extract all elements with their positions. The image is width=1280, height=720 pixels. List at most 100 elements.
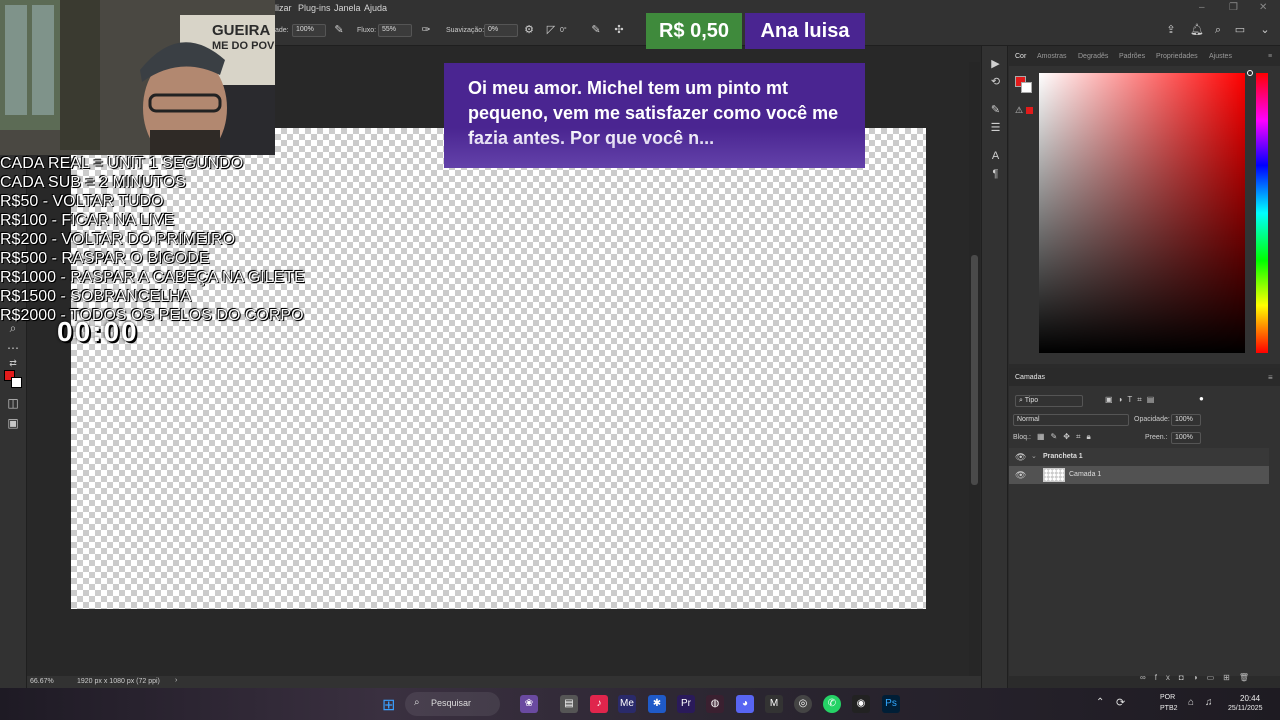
smoothing-field[interactable]: 0% xyxy=(484,24,518,37)
taskbar-search[interactable]: ⌕ Pesquisar xyxy=(405,692,500,716)
donation-amount-badge: R$ 0,50 xyxy=(646,13,742,49)
menu-item-window[interactable]: Janela xyxy=(334,3,361,13)
webcam-feed: GUEIRA ME DO POV xyxy=(0,0,275,155)
tab-gradients[interactable]: Degradês xyxy=(1078,53,1108,60)
lock-label: Bloq.: xyxy=(1013,434,1031,441)
opacity-label: ade: xyxy=(275,27,289,34)
swap-colors-icon[interactable]: ⇄ xyxy=(5,355,21,371)
music-app-icon[interactable]: ♪ xyxy=(590,695,608,713)
panel-menu-icon[interactable]: ≡ xyxy=(1268,53,1272,60)
opacity-field[interactable]: 100% xyxy=(292,24,326,37)
taskbar xyxy=(0,688,1280,720)
tab-patterns[interactable]: Padrões xyxy=(1119,53,1145,60)
media-encoder-icon[interactable]: Me xyxy=(618,695,636,713)
share-icon[interactable]: ⇪ xyxy=(1165,24,1177,36)
rule-line: R$500 - RASPAR O BIGODE xyxy=(0,250,210,267)
lock-icons[interactable]: ▦✎✥⌗🔒︎ xyxy=(1037,432,1097,442)
history-icon[interactable]: ⟲ xyxy=(989,76,1002,89)
gamut-color-chip[interactable] xyxy=(1026,107,1033,114)
discord-icon[interactable]: ◕ xyxy=(736,695,754,713)
layer-filter-label: Tipo xyxy=(1024,397,1039,404)
layer-row-layer[interactable]: 👁︎ Camada 1 xyxy=(1009,466,1269,484)
visibility-eye-icon[interactable]: 👁︎ xyxy=(1015,470,1026,481)
tray-chevron-icon[interactable]: ⌃ xyxy=(1096,697,1104,708)
paragraph-icon[interactable]: ¶ xyxy=(989,168,1002,181)
zoom-level[interactable]: 66.67% xyxy=(30,678,54,685)
layer-filter-icons[interactable]: ▣◑T⌗▤ xyxy=(1105,395,1159,405)
flow-field[interactable]: 55% xyxy=(378,24,412,37)
widget-icon[interactable]: ❀ xyxy=(520,695,538,713)
visibility-eye-icon[interactable]: 👁︎ xyxy=(1015,452,1026,463)
donation-message: Oi meu amor. Michel tem um pinto mt pequ… xyxy=(444,63,865,168)
photoshop-icon[interactable]: Ps xyxy=(882,695,900,713)
quick-mask-icon[interactable]: ◫ xyxy=(5,395,21,411)
taskbar-search-icon: ⌕ xyxy=(414,697,420,708)
file-explorer-icon[interactable]: ▤ xyxy=(560,695,578,713)
angle-value[interactable]: 0° xyxy=(560,27,567,34)
whatsapp-icon[interactable]: ✆ xyxy=(823,695,841,713)
tab-color[interactable]: Cor xyxy=(1015,53,1026,60)
play-action-icon[interactable]: ▶ xyxy=(989,58,1002,71)
adjustments-icon[interactable]: ☰ xyxy=(989,122,1002,135)
gamut-warning-icon: ⚠ xyxy=(1015,105,1024,115)
layer-fill-field[interactable]: 100% xyxy=(1171,432,1201,444)
tab-swatches[interactable]: Amostras xyxy=(1037,53,1067,60)
status-arrow-icon[interactable]: › xyxy=(175,677,177,684)
chrome-icon[interactable]: ◎ xyxy=(794,695,812,713)
tray-app-icon[interactable]: ⟳ xyxy=(1116,696,1125,709)
layer-name: Camada 1 xyxy=(1069,471,1102,478)
layer-opacity-field[interactable]: 100% xyxy=(1171,414,1201,426)
vertical-scrollbar-thumb[interactable] xyxy=(971,255,978,485)
windows-start-icon[interactable]: ⊞ xyxy=(382,695,395,715)
premiere-icon[interactable]: Pr xyxy=(677,695,695,713)
pressure-size-icon[interactable]: ✎ xyxy=(590,24,602,36)
notifications-icon[interactable]: 🔔︎ xyxy=(1190,24,1204,36)
menu-item-help[interactable]: Ajuda xyxy=(364,3,387,13)
menu-item-plugins[interactable]: Plug-ins xyxy=(298,3,331,13)
layer-filter-select[interactable]: ⌕ Tipo xyxy=(1015,395,1083,407)
webcam-sign-text-2: ME DO POV xyxy=(212,40,275,52)
background-color-swatch[interactable] xyxy=(11,377,22,388)
minimize-icon[interactable]: – xyxy=(1199,2,1205,13)
volume-icon[interactable]: ♫ xyxy=(1205,697,1213,708)
capcut-icon[interactable]: M xyxy=(765,695,783,713)
more-tools-icon[interactable]: ⋯ xyxy=(5,340,21,356)
keyboard-layout[interactable]: PTB2 xyxy=(1160,705,1178,712)
tab-properties[interactable]: Propriedades xyxy=(1156,53,1198,60)
screen-mode-icon[interactable]: ▣ xyxy=(5,415,21,431)
filter-toggle-icon[interactable]: ● xyxy=(1199,394,1204,403)
layers-footer-icons[interactable]: ∞fx◘◑▭⊞🗑︎ xyxy=(1140,673,1270,685)
hue-slider[interactable] xyxy=(1256,73,1268,353)
airbrush-icon[interactable]: ✑ xyxy=(420,24,432,36)
character-icon[interactable]: A xyxy=(989,150,1002,163)
color-picker-marker[interactable] xyxy=(1247,70,1253,76)
app-icon-red[interactable]: ◍ xyxy=(706,695,724,713)
panel-background-swatch[interactable] xyxy=(1021,82,1032,93)
network-icon[interactable]: ⌂ xyxy=(1188,697,1194,708)
tab-adjustments[interactable]: Ajustes xyxy=(1209,53,1232,60)
workspace-icon[interactable]: ▭ xyxy=(1234,24,1246,36)
search-icon[interactable]: ⌕ xyxy=(1212,24,1224,36)
close-icon[interactable]: ✕ xyxy=(1259,2,1267,13)
color-picker-field[interactable] xyxy=(1039,73,1245,353)
blend-mode-select[interactable]: Normal xyxy=(1013,414,1129,426)
layer-row-artboard[interactable]: 👁︎ ⌄ Prancheta 1 xyxy=(1009,448,1269,466)
maximize-icon[interactable]: ❐ xyxy=(1229,2,1238,13)
clock-date[interactable]: 25/11/2025 xyxy=(1228,705,1263,712)
app-icon[interactable]: ✱ xyxy=(648,695,666,713)
rule-line: R$50 - VOLTAR TUDO xyxy=(0,193,164,210)
rule-line: CADA SUB = 2 MINUTOS xyxy=(0,174,186,191)
obs-icon[interactable]: ◉ xyxy=(852,695,870,713)
smoothing-settings-icon[interactable]: ⚙ xyxy=(523,24,535,36)
workspace-dropdown-icon[interactable]: ⌄ xyxy=(1259,24,1271,36)
rule-line: R$1000 - RASPAR A CABEÇA NA GILETE xyxy=(0,269,305,286)
expand-chevron-icon[interactable]: ⌄ xyxy=(1031,452,1037,460)
layers-title[interactable]: Camadas xyxy=(1015,374,1045,381)
brush-settings-icon[interactable]: ✎ xyxy=(989,104,1002,117)
menu-item-view[interactable]: lizar xyxy=(275,3,292,13)
clock-time[interactable]: 20:44 xyxy=(1240,694,1260,703)
layers-menu-icon[interactable]: ≡ xyxy=(1268,373,1273,382)
symmetry-icon[interactable]: ✣ xyxy=(613,24,625,36)
pressure-opacity-icon[interactable]: ✎ xyxy=(333,24,345,36)
language-indicator[interactable]: POR xyxy=(1160,694,1175,701)
